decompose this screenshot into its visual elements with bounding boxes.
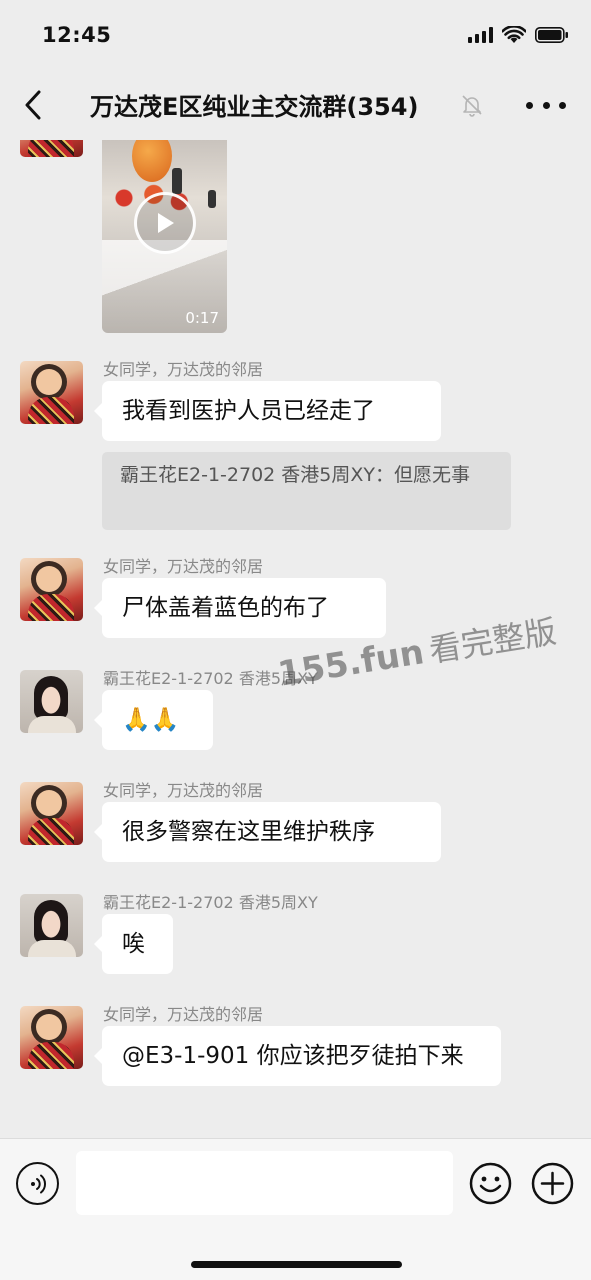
message-bubble[interactable]: 🙏🙏 <box>94 690 213 750</box>
play-button[interactable] <box>134 192 196 254</box>
sender-name: 女同学，万达茂的邻居 <box>103 360 264 379</box>
more-options-button[interactable] <box>526 92 566 118</box>
video-duration: 0:17 <box>185 309 219 327</box>
sender-name: 女同学，万达茂的邻居 <box>103 781 264 800</box>
emoji-icon[interactable] <box>469 1162 512 1205</box>
message-bubble[interactable]: 唉 <box>94 914 173 974</box>
home-indicator <box>191 1261 402 1268</box>
input-bar <box>0 1138 591 1280</box>
chevron-left-icon <box>25 90 41 120</box>
status-time: 12:45 <box>42 23 112 47</box>
message-bubble[interactable]: 我看到医护人员已经走了 <box>94 381 441 441</box>
plus-icon[interactable] <box>531 1162 574 1205</box>
status-bar: 12:45 <box>0 0 591 70</box>
quoted-message[interactable]: 霸王花E2-1-2702 香港5周XY：但愿无事 <box>102 452 511 530</box>
voice-icon <box>30 1174 46 1193</box>
avatar[interactable] <box>20 670 83 733</box>
voice-button[interactable] <box>16 1162 59 1205</box>
message-bubble[interactable]: 很多警察在这里维护秩序 <box>94 802 441 862</box>
play-icon <box>158 213 174 233</box>
status-icons <box>468 26 569 44</box>
chat-title: 万达茂E区纯业主交流群(354) <box>90 93 419 121</box>
avatar[interactable] <box>20 361 83 424</box>
wifi-icon <box>502 26 526 43</box>
chat-header: 万达茂E区纯业主交流群(354) <box>0 70 591 140</box>
sender-name: 女同学，万达茂的邻居 <box>103 1005 264 1024</box>
sender-name: 女同学，万达茂的邻居 <box>103 557 264 576</box>
avatar[interactable] <box>20 894 83 957</box>
video-message[interactable]: 0:17 <box>102 140 227 333</box>
bell-off-icon <box>462 95 482 117</box>
message-bubble[interactable]: 尸体盖着蓝色的布了 <box>94 578 386 638</box>
cellular-signal-icon <box>468 27 493 43</box>
back-button[interactable] <box>16 88 50 122</box>
avatar[interactable] <box>20 782 83 845</box>
sender-name: 霸王花E2-1-2702 香港5周XY <box>103 893 318 912</box>
battery-icon <box>535 27 568 43</box>
avatar[interactable] <box>20 558 83 621</box>
avatar[interactable] <box>20 1006 83 1069</box>
avatar[interactable] <box>20 140 83 157</box>
more-dots-icon <box>526 101 533 109</box>
message-bubble[interactable]: @E3-1-901 你应该把歹徒拍下来 <box>94 1026 501 1086</box>
message-input[interactable] <box>76 1151 453 1215</box>
